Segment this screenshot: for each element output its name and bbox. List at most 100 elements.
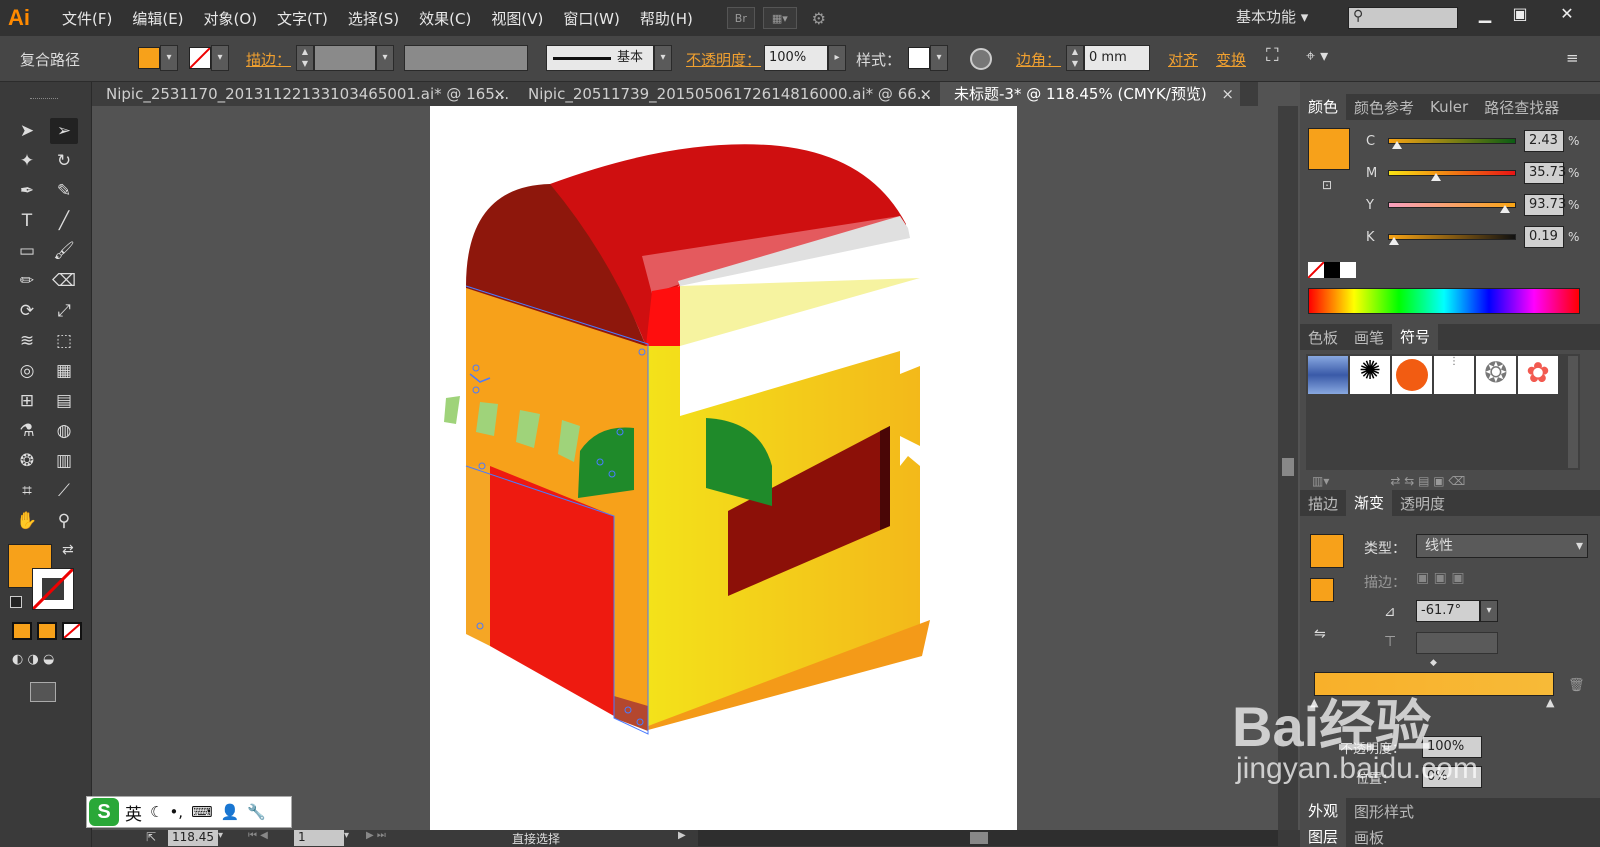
tab-document-2[interactable]: Nipic_20511739_20150506172614816000.ai* … [514,82,938,106]
graph-tool-icon[interactable]: ▥ [50,448,78,474]
menu-view[interactable]: 视图(V) [481,8,553,29]
canvas-area[interactable] [92,106,1256,830]
symbol-dotted-frame[interactable]: ⋮ [1434,356,1474,394]
tab-gradient[interactable]: 渐变 [1346,490,1393,516]
channel-y-thumb[interactable] [1499,205,1510,213]
opacity-label[interactable]: 不透明度： [686,49,761,70]
channel-k-thumb[interactable] [1389,237,1400,245]
line-tool-icon[interactable]: ╱ [50,208,78,234]
opacity-input[interactable]: 100% [764,45,828,71]
default-fill-stroke-icon[interactable] [10,596,22,608]
swap-fill-stroke-icon[interactable]: ⇄ [62,542,74,558]
aspect-ratio-input[interactable] [1416,632,1498,654]
menu-select[interactable]: 选择(S) [338,8,409,29]
close-tab-icon[interactable]: × [493,82,506,106]
arrange-documents-icon[interactable]: ▦▾ [762,7,797,29]
arrange-icon[interactable]: ⌖ ▾ [1306,46,1328,66]
tab-color[interactable]: 颜色 [1300,94,1347,120]
pen-tool-icon[interactable]: ✒ [13,178,41,204]
tab-swatches[interactable]: 色板 [1300,327,1346,348]
paintbrush-tool-icon[interactable]: 🖌 [50,238,78,264]
corner-label[interactable]: 边角： [1016,49,1061,70]
first-artboard-icon[interactable]: ⏮ ◀ [248,830,288,846]
symbol-splatter[interactable]: ✺ [1350,356,1390,394]
artboard-dropdown[interactable]: ▾ [344,830,360,846]
menu-window[interactable]: 窗口(W) [553,8,630,29]
help-search-input[interactable]: ⚲ [1348,7,1458,29]
corner-stepper[interactable]: ▲ ▼ [1066,45,1084,71]
horizontal-scrollbar[interactable] [698,830,1278,846]
horizontal-scroll-thumb[interactable] [970,832,988,844]
minimize-button[interactable]: ▁ [1468,4,1502,26]
symbols-scrollbar[interactable] [1568,356,1578,468]
wrench-icon[interactable]: 🔧 [247,803,266,821]
none-swatch[interactable] [1307,261,1325,279]
window-shadow[interactable] [880,426,890,530]
channel-k-input[interactable]: 0.19 [1524,226,1564,248]
tab-document-1[interactable]: Nipic_2531170_20131122133103465001.ai* @… [92,82,512,106]
gradient-stop-right[interactable]: ▲ [1546,696,1554,709]
maximize-button[interactable]: ▣ [1503,4,1537,26]
stroke-label[interactable]: 描边： [246,49,291,70]
last-artboard-icon[interactable]: ▶ ⏭ [366,830,406,846]
recolor-artwork-icon[interactable] [970,48,992,70]
transform-link[interactable]: 变换 [1216,49,1246,70]
type-tool-icon[interactable]: T [13,208,41,234]
channel-m-input[interactable]: 35.73 [1524,162,1566,184]
hand-tool-icon[interactable]: ✋ [13,508,41,534]
symbol-ring[interactable]: ❂ [1476,356,1516,394]
gradient-stop-left[interactable]: ▲ [1310,696,1318,709]
sogou-logo-icon[interactable]: S [89,798,119,826]
stroke-color-box[interactable] [31,567,75,611]
channel-c-thumb[interactable] [1391,141,1402,149]
gradient-tool-icon[interactable]: ▤ [50,388,78,414]
vertical-scroll-thumb[interactable] [1282,458,1294,476]
vertical-scrollbar[interactable] [1278,106,1298,830]
ime-lang-toggle[interactable]: 英 [125,800,142,825]
symbol-flower[interactable]: ✿ [1518,356,1558,394]
reverse-gradient-icon[interactable]: ⇋ [1314,626,1326,642]
close-tab-icon[interactable]: × [919,82,932,106]
artboard-tool-icon[interactable]: ⌗ [13,478,41,504]
perspective-grid-tool-icon[interactable]: ▦ [50,358,78,384]
symbols-list[interactable]: ✺ ⋮ ❂ ✿ [1306,354,1580,470]
rotate-tool-icon[interactable]: ⟳ [13,298,41,324]
align-link[interactable]: 对齐 [1168,49,1198,70]
bridge-button[interactable]: Br [726,7,755,29]
symbol-blue-banner[interactable] [1308,356,1348,394]
zoom-tool-icon[interactable]: ⚲ [50,508,78,534]
tab-stroke[interactable]: 描边 [1300,493,1346,514]
shape-builder-tool-icon[interactable]: ◎ [13,358,41,384]
gradient-angle-input[interactable]: -61.7° [1416,600,1480,622]
moon-icon[interactable]: ☾ [150,803,163,821]
lasso-tool-icon[interactable]: ↻ [50,148,78,174]
width-tool-icon[interactable]: ≋ [13,328,41,354]
white-swatch[interactable] [1340,262,1356,278]
gradient-fill-icon[interactable] [1310,578,1334,602]
close-tab-icon[interactable]: × [1221,82,1234,106]
brush-dropdown[interactable]: ▾ [654,45,672,71]
blend-tool-icon[interactable]: ◍ [50,418,78,444]
color-spectrum[interactable] [1308,288,1580,314]
curvature-tool-icon[interactable]: ✎ [50,178,78,204]
artboard-number-input[interactable]: 1 [294,830,344,846]
scale-tool-icon[interactable]: ⤢ [50,298,78,324]
symbol-orange-button[interactable] [1392,356,1432,394]
status-menu-arrow[interactable]: ▶ [678,830,686,841]
direct-selection-tool-icon[interactable]: ➢ [50,118,78,144]
punctuation-icon[interactable]: •, [169,803,183,821]
graphic-style-dropdown[interactable]: ▾ [930,45,948,71]
tab-transparency[interactable]: 透明度 [1392,493,1453,514]
symbols-footer-icons[interactable]: ▥▾ ⇄ ⇆ ▤ ▣ ⌫ [1312,474,1580,490]
black-swatch[interactable] [1324,262,1340,278]
channel-m-slider[interactable] [1388,170,1516,181]
out-of-gamut-icon[interactable]: ⊡ [1322,178,1332,192]
brush-definition[interactable]: 基本 [546,45,654,71]
tab-brushes[interactable]: 画笔 [1346,327,1392,348]
rectangle-tool-icon[interactable]: ▭ [13,238,41,264]
mesh-tool-icon[interactable]: ⊞ [13,388,41,414]
eraser-tool-icon[interactable]: ⌫ [50,268,78,294]
awning-stripe[interactable] [444,396,460,424]
tab-artboards[interactable]: 画板 [1346,827,1392,847]
mailbox-edge[interactable] [466,466,490,646]
